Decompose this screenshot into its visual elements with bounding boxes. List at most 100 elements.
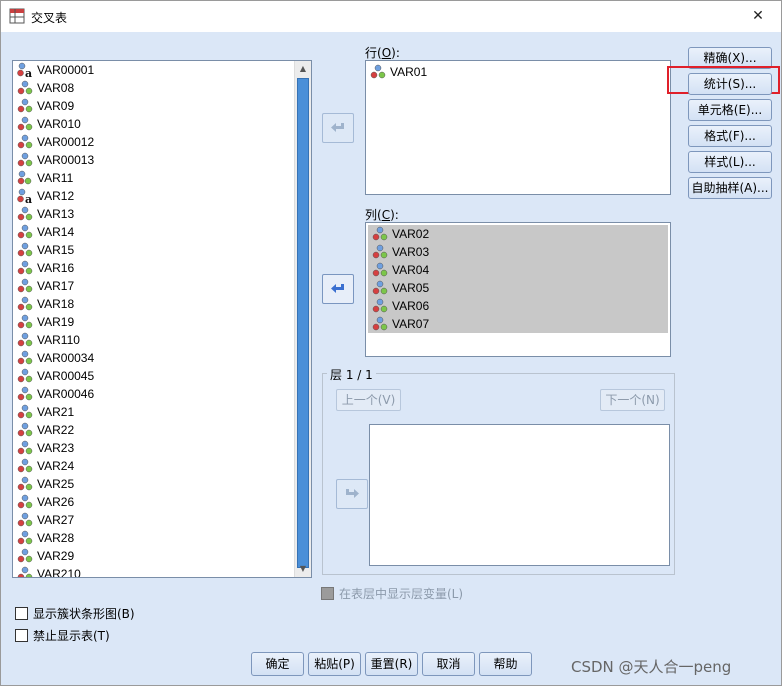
scale-variable-icon [17,116,33,131]
scale-variable-icon [17,512,33,527]
svg-text:a: a [25,67,32,78]
scroll-down-arrow-icon[interactable]: ▼ [295,561,311,577]
columns-list[interactable]: VAR02 VAR03 VAR04 VAR05 VAR06 VAR07 [365,222,671,357]
list-item[interactable]: VAR23 [13,439,294,457]
variable-name: VAR02 [392,227,430,241]
list-item[interactable]: VAR05 [368,279,668,297]
move-to-rows-button[interactable] [322,113,354,143]
variable-name: VAR22 [37,423,75,437]
format-button[interactable]: 格式(F)... [688,125,772,147]
layer-list[interactable] [369,424,670,566]
list-item[interactable]: VAR010 [13,115,294,133]
statistics-button[interactable]: 统计(S)... [688,73,772,95]
show-layer-vars-checkbox[interactable]: 在表层中显示层变量(L) [321,585,463,602]
checkbox-box[interactable] [15,629,28,642]
list-item[interactable]: VAR22 [13,421,294,439]
list-item[interactable]: VAR00034 [13,349,294,367]
scale-variable-icon [17,80,33,95]
list-item[interactable]: VAR03 [368,243,668,261]
list-item[interactable]: VAR210 [13,565,294,577]
list-item[interactable]: VAR26 [13,493,294,511]
prev-layer-button[interactable]: 上一个(V) [336,389,401,411]
list-item[interactable]: VAR00013 [13,151,294,169]
suppress-tables-checkbox[interactable]: 禁止显示表(T) [15,627,110,644]
variable-name: VAR09 [37,99,75,113]
list-item[interactable]: VAR00046 [13,385,294,403]
list-item[interactable]: VAR18 [13,295,294,313]
variable-name: VAR03 [392,245,430,259]
list-item[interactable]: VAR01 [366,63,670,81]
list-item[interactable]: VAR13 [13,205,294,223]
list-item[interactable]: VAR16 [13,259,294,277]
source-list-scrollbar[interactable]: ▲ ▼ [294,61,311,577]
variable-name: VAR14 [37,225,75,239]
next-layer-button[interactable]: 下一个(N) [600,389,665,411]
list-item[interactable]: VAR28 [13,529,294,547]
variable-name: VAR00045 [37,369,95,383]
scale-variable-icon [372,262,388,277]
close-icon[interactable]: ✕ [735,1,781,32]
list-item[interactable]: VAR19 [13,313,294,331]
list-item[interactable]: VAR04 [368,261,668,279]
variable-name: VAR00001 [37,63,95,77]
scale-variable-icon [17,350,33,365]
cells-button[interactable]: 单元格(E)... [688,99,772,121]
ok-button[interactable]: 确定 [251,652,304,676]
style-button[interactable]: 样式(L)... [688,151,772,173]
checkbox-box[interactable] [15,607,28,620]
scale-variable-icon [372,298,388,313]
list-item[interactable]: a VAR00001 [13,61,294,79]
list-item[interactable]: VAR110 [13,331,294,349]
scale-variable-icon [17,404,33,419]
scroll-up-arrow-icon[interactable]: ▲ [295,61,311,77]
list-item[interactable]: VAR06 [368,297,668,315]
variable-name: VAR01 [390,65,428,79]
scale-variable-icon [372,316,388,331]
reset-button[interactable]: 重置(R) [365,652,418,676]
scale-variable-icon [17,98,33,113]
variable-name: VAR21 [37,405,75,419]
variable-name: VAR17 [37,279,75,293]
list-item[interactable]: VAR21 [13,403,294,421]
bootstrap-button[interactable]: 自助抽样(A)... [688,177,772,199]
checkbox-box[interactable] [321,587,334,600]
columns-caption: 列(C): [365,208,399,222]
variable-name: VAR19 [37,315,75,329]
list-item[interactable]: VAR29 [13,547,294,565]
paste-button[interactable]: 粘贴(P) [308,652,361,676]
list-item[interactable]: VAR14 [13,223,294,241]
list-item[interactable]: VAR24 [13,457,294,475]
list-item[interactable]: VAR02 [368,225,668,243]
cancel-button[interactable]: 取消 [422,652,475,676]
list-item[interactable]: VAR17 [13,277,294,295]
variable-name: VAR15 [37,243,75,257]
list-item[interactable]: a VAR12 [13,187,294,205]
scale-variable-icon [17,224,33,239]
crosstabs-dialog: 交叉表 ✕ a VAR00001 VAR08 VAR09 VAR010 VAR00012 V… [0,0,782,686]
clustered-bar-checkbox[interactable]: 显示簇状条形图(B) [15,605,135,622]
variable-name: VAR29 [37,549,75,563]
list-item[interactable]: VAR08 [13,79,294,97]
list-item[interactable]: VAR00012 [13,133,294,151]
list-item[interactable]: VAR07 [368,315,668,333]
list-item[interactable]: VAR09 [13,97,294,115]
move-to-columns-button[interactable] [322,274,354,304]
variable-name: VAR010 [37,117,81,131]
layer-caption: 层 1 / 1 [327,366,376,383]
scale-variable-icon [17,296,33,311]
move-to-layer-button[interactable] [336,479,368,509]
source-variable-list[interactable]: a VAR00001 VAR08 VAR09 VAR010 VAR00012 VAR0001… [12,60,312,578]
dialog-client-area: a VAR00001 VAR08 VAR09 VAR010 VAR00012 VAR0001… [1,32,781,685]
scale-variable-icon [17,548,33,563]
scroll-thumb[interactable] [297,78,309,568]
window-title: 交叉表 [31,11,68,25]
list-item[interactable]: VAR11 [13,169,294,187]
list-item[interactable]: VAR00045 [13,367,294,385]
list-item[interactable]: VAR15 [13,241,294,259]
list-item[interactable]: VAR25 [13,475,294,493]
rows-list[interactable]: VAR01 [365,60,671,195]
scale-variable-icon [17,476,33,491]
variable-name: VAR27 [37,513,75,527]
help-button[interactable]: 帮助 [479,652,532,676]
list-item[interactable]: VAR27 [13,511,294,529]
